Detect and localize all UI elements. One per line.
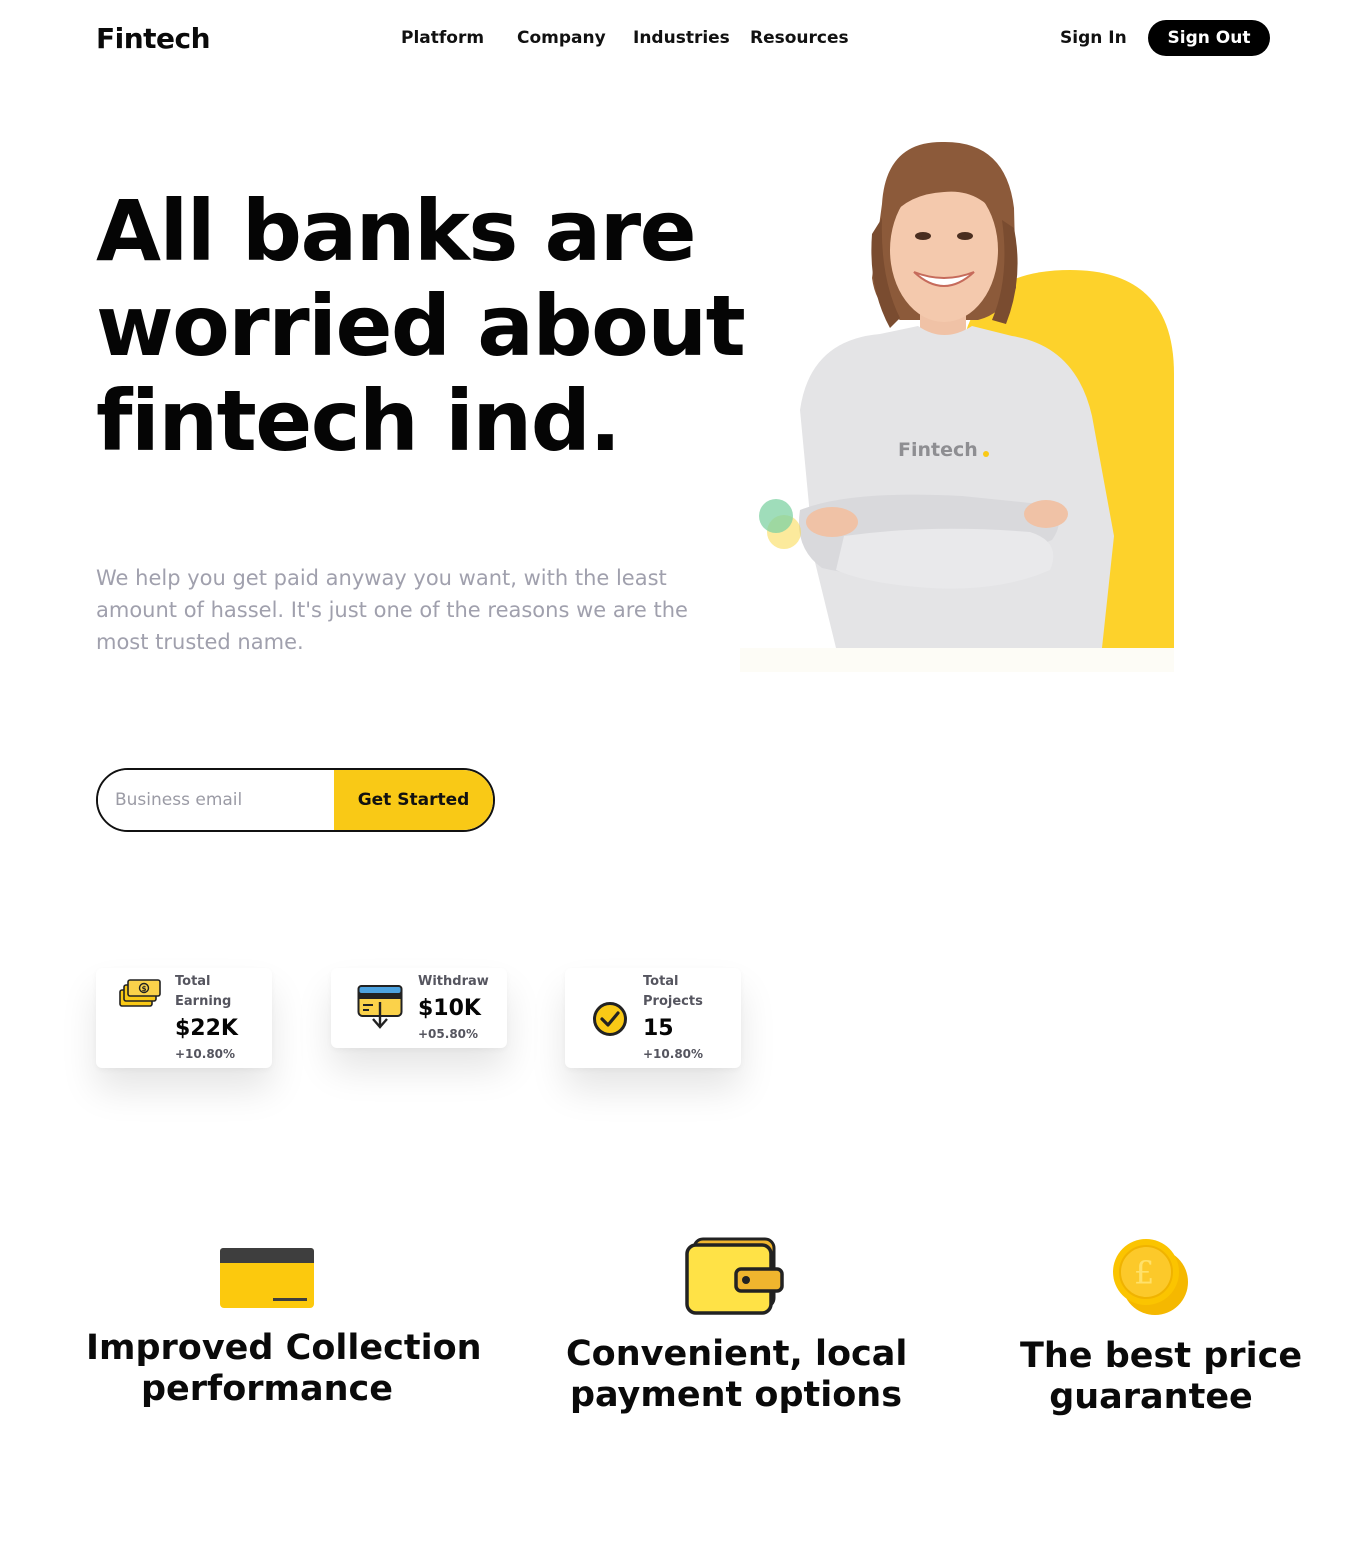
- feature-title-line1: The best price: [1020, 1336, 1303, 1376]
- sign-in-link[interactable]: Sign In: [1060, 28, 1127, 48]
- stat-label-line1: Withdraw: [418, 974, 489, 989]
- feature-payment-options: Convenient, local payment options: [566, 1236, 908, 1416]
- stat-label-line2: Projects: [643, 994, 703, 1009]
- hero-subtitle: We help you get paid anyway you want, wi…: [96, 566, 688, 654]
- stat-card-total-earning: $ Total Earning $22K +10.80%: [96, 968, 272, 1068]
- stat-change: +05.80%: [418, 1027, 479, 1041]
- svg-text:£: £: [1134, 1254, 1154, 1292]
- feature-title-line1: Improved Collection: [86, 1328, 482, 1368]
- coins-icon: £: [1113, 1239, 1188, 1315]
- stat-label-line2: Earning: [175, 994, 232, 1009]
- check-circle-icon: [593, 1002, 627, 1036]
- get-started-button[interactable]: Get Started: [334, 770, 493, 830]
- feature-title-line2: payment options: [569, 1375, 903, 1415]
- svg-text:$: $: [142, 985, 147, 993]
- hero-illustration: Fintech: [740, 138, 1180, 674]
- stat-card-total-projects: Total Projects 15 +10.80%: [565, 968, 741, 1068]
- credit-card-icon: [220, 1248, 314, 1308]
- hero-person-image: Fintech: [759, 141, 1174, 648]
- feature-title-line1: Convenient, local: [566, 1334, 908, 1374]
- cash-icon: $: [119, 979, 161, 1007]
- nav-item-resources[interactable]: Resources: [750, 28, 849, 48]
- stat-change: +10.80%: [643, 1047, 704, 1061]
- card-withdraw-icon: [357, 985, 403, 1029]
- nav-item-platform[interactable]: Platform: [401, 28, 484, 48]
- stat-label-line1: Total: [643, 974, 679, 989]
- shirt-logo-text: Fintech: [898, 439, 978, 461]
- feature-title: Convenient, local payment options: [566, 1334, 908, 1416]
- feature-title: The best price guarantee: [1020, 1336, 1302, 1418]
- feature-title-line2: guarantee: [1049, 1377, 1253, 1417]
- hero-title: All banks are worried about fintech ind.: [96, 182, 746, 470]
- stat-card-withdraw: Withdraw $10K +05.80%: [331, 968, 507, 1048]
- business-email-input[interactable]: [98, 770, 334, 830]
- stat-value: $10K: [418, 996, 481, 1021]
- stat-label-line1: Total: [175, 974, 211, 989]
- nav-item-industries[interactable]: Industries: [633, 28, 730, 48]
- stat-change: +10.80%: [175, 1047, 236, 1061]
- stat-value: 15: [643, 1016, 674, 1041]
- feature-price-guarantee: £ The best price guarantee: [1020, 1236, 1302, 1418]
- nav-item-company[interactable]: Company: [517, 28, 606, 48]
- hero-floor: [740, 648, 1174, 672]
- feature-title: Improved Collection performance: [86, 1328, 482, 1410]
- feature-title-line2: performance: [140, 1369, 394, 1409]
- wallet-icon: [685, 1237, 784, 1315]
- signup-form: Get Started: [96, 768, 495, 832]
- sign-out-button[interactable]: Sign Out: [1148, 20, 1270, 56]
- feature-collection: Improved Collection performance: [86, 1236, 482, 1410]
- stat-value: $22K: [175, 1016, 238, 1041]
